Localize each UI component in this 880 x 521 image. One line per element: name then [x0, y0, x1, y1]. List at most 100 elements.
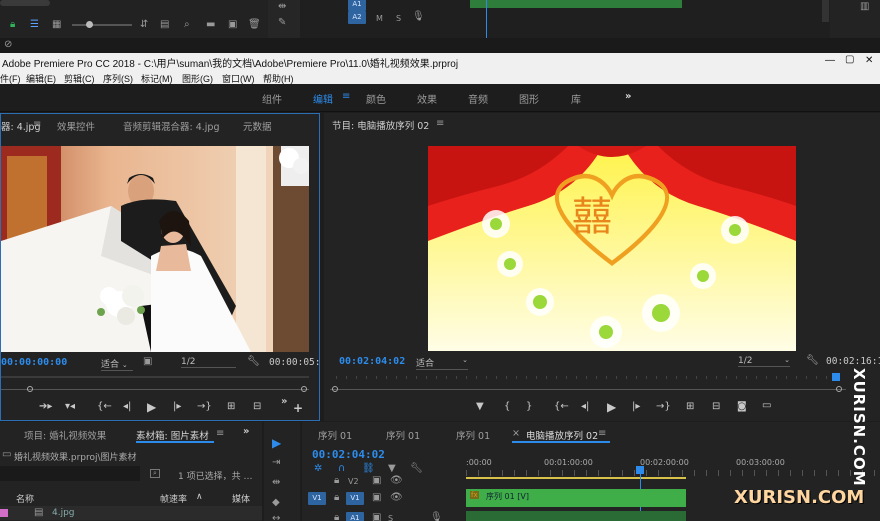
track-select-icon[interactable]: ⇥	[272, 458, 280, 468]
overwrite-icon[interactable]: ⊟	[253, 401, 261, 412]
timeline-playhead[interactable]	[635, 466, 644, 474]
settings-icon[interactable]: ▣	[143, 357, 152, 367]
tab-menu-icon[interactable]: ≡	[598, 429, 606, 439]
solo-button[interactable]: S	[388, 514, 393, 521]
solo-button[interactable]: S	[396, 14, 401, 23]
tab-menu-icon[interactable]: ≡	[33, 120, 41, 130]
go-to-in-icon[interactable]: {←	[97, 401, 112, 412]
mark-in-icon[interactable]: ➔▸	[39, 401, 52, 412]
lock-icon[interactable]: 🔒︎	[334, 476, 339, 486]
workspace-tab-libraries[interactable]: 库	[571, 91, 581, 106]
step-forward-icon[interactable]: |▸	[632, 401, 640, 412]
column-name[interactable]: 名称	[16, 492, 34, 505]
step-back-icon[interactable]: ◂|	[581, 401, 589, 412]
close-tab-button[interactable]: ×	[512, 428, 520, 439]
go-to-out-icon[interactable]: →}	[656, 401, 671, 412]
source-fit-dropdown[interactable]: 适合 ⌄	[101, 357, 133, 371]
program-timecode[interactable]: 00:02:04:02	[339, 356, 405, 367]
ripple-edit-icon[interactable]: ⇹	[272, 478, 280, 488]
timeline-tab-active[interactable]: 电脑播放序列 02	[526, 428, 598, 442]
workspace-tab-audio[interactable]: 音频	[468, 91, 488, 106]
close-button[interactable]: ✕	[865, 55, 873, 66]
lock-icon[interactable]: 🔒︎	[334, 493, 339, 503]
workspace-tab-assembly[interactable]: 组件	[262, 91, 282, 106]
comparison-view-icon[interactable]: ▭	[762, 400, 771, 411]
source-time-ruler[interactable]	[1, 376, 309, 378]
lift-icon[interactable]: ⊞	[686, 401, 694, 412]
mute-button[interactable]: M	[376, 14, 383, 23]
source-timecode-in[interactable]: 00:00:00:00	[1, 357, 67, 368]
play-icon[interactable]: ▶	[147, 400, 156, 414]
workspace-tab-graphics[interactable]: 图形	[519, 91, 539, 106]
zoom-handle-left[interactable]	[332, 386, 338, 392]
sort-arrow-icon[interactable]: ∧	[196, 492, 203, 502]
audio-clip[interactable]	[466, 511, 686, 521]
zoom-handle-left[interactable]	[27, 386, 33, 392]
workspace-tab-editing[interactable]: 编辑	[313, 91, 333, 106]
new-bin-icon[interactable]: ▬	[206, 20, 215, 30]
timeline-ruler[interactable]	[466, 470, 880, 476]
timeline-clip[interactable]: fx 序列 01 [V]	[466, 489, 686, 507]
automate-icon[interactable]: ▤	[160, 20, 169, 30]
search-icon[interactable]: ⌕	[150, 469, 160, 478]
search-input[interactable]	[0, 466, 140, 481]
minimize-button[interactable]: —	[825, 55, 835, 66]
program-zoom-bar[interactable]	[330, 389, 846, 390]
extract-icon[interactable]: ⊟	[712, 401, 720, 412]
sync-lock-icon[interactable]: ▣	[372, 513, 381, 521]
track-a2-toggle[interactable]: A2	[348, 11, 366, 24]
linked-selection-icon[interactable]: ⛓︎	[362, 464, 375, 474]
track-a1-toggle[interactable]: A1	[346, 512, 364, 521]
tab-audio-clip-mixer[interactable]: 音频剪辑混合器: 4.jpg	[123, 119, 220, 133]
mark-in-icon[interactable]: {	[504, 401, 510, 412]
track-a1-toggle[interactable]: A1	[348, 0, 366, 11]
selection-tool-icon[interactable]: ▶	[272, 436, 281, 450]
add-marker-icon[interactable]: ▼	[388, 464, 396, 474]
link-icon[interactable]: ⊘	[4, 40, 12, 50]
tab-metadata[interactable]: 元数据	[243, 119, 272, 133]
camera-icon[interactable]: ◙	[737, 401, 747, 412]
source-patch-v1[interactable]: V1	[308, 492, 326, 505]
mark-out-icon[interactable]: }	[526, 401, 532, 412]
track-select-icon[interactable]: ⇹	[278, 2, 286, 12]
microphone-icon[interactable]: 🎙︎	[412, 12, 425, 22]
wrench-icon[interactable]: 🔧︎	[806, 356, 819, 366]
timeline-tab-sequence-3[interactable]: 序列 01	[456, 428, 490, 442]
go-to-out-icon[interactable]: →}	[197, 401, 212, 412]
project-more-button[interactable]: »	[243, 426, 249, 437]
eye-icon[interactable]: 👁︎	[390, 476, 403, 486]
trash-icon[interactable]: 🗑︎	[248, 20, 261, 30]
program-time-ruler[interactable]	[336, 376, 846, 379]
workspace-tab-effects[interactable]: 效果	[417, 91, 437, 106]
column-media[interactable]: 媒体	[232, 492, 250, 505]
tab-program[interactable]: 节目: 电脑播放序列 02	[332, 118, 429, 132]
workspace-menu-icon[interactable]: ≡	[342, 92, 350, 102]
wrench-icon[interactable]: 🔧︎	[410, 464, 423, 474]
track-v1-toggle[interactable]: V1	[346, 492, 364, 505]
sync-lock-icon[interactable]: ▣	[372, 493, 381, 503]
step-forward-icon[interactable]: |▸	[173, 401, 181, 412]
source-resolution-dropdown[interactable]: 1/2	[181, 357, 236, 368]
tab-effect-controls[interactable]: 效果控件	[57, 119, 95, 133]
lock-icon[interactable]: 🔒︎	[10, 20, 15, 30]
source-zoom-bar[interactable]	[1, 389, 309, 390]
tab-menu-icon[interactable]: ≡	[216, 429, 224, 439]
column-frame-rate[interactable]: 帧速率	[160, 492, 187, 505]
step-back-icon[interactable]: ◂|	[123, 401, 131, 412]
eye-icon[interactable]: 👁︎	[390, 493, 403, 503]
zoom-slider[interactable]	[72, 24, 132, 26]
timeline-timecode[interactable]: 00:02:04:02	[312, 448, 385, 461]
tab-project[interactable]: 项目: 婚礼视频效果	[24, 428, 106, 442]
sort-icon[interactable]: ⇵	[140, 20, 148, 30]
scrollbar[interactable]	[822, 0, 829, 22]
work-area-bar[interactable]	[466, 477, 686, 479]
lock-icon[interactable]: 🔒︎	[334, 513, 339, 521]
mark-out-icon[interactable]: ▾◂	[65, 401, 75, 412]
list-view-icon[interactable]: ☰	[30, 20, 39, 30]
zoom-handle-right[interactable]	[301, 386, 307, 392]
maximize-button[interactable]: ▢	[845, 54, 854, 65]
program-fit-dropdown[interactable]: 适合 ⌄	[416, 356, 468, 370]
go-to-in-icon[interactable]: {←	[554, 401, 569, 412]
timeline-tab-sequence-1[interactable]: 序列 01	[318, 428, 352, 442]
icon-view-icon[interactable]: ▦	[52, 20, 61, 30]
